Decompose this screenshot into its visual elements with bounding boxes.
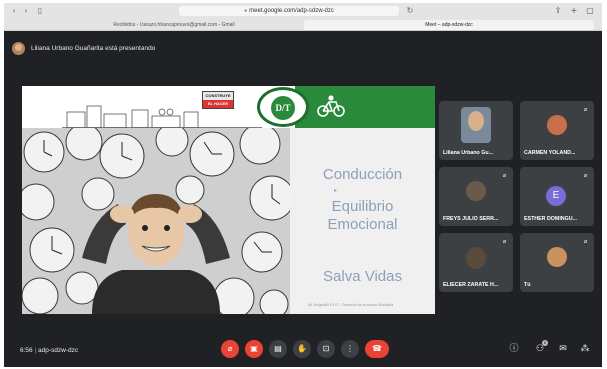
screenshot-frame: ‹ › ▯ ● meet.google.com/adp-sdzw-dzc ↻ ⇪ … bbox=[0, 0, 607, 369]
clocks-photo-icon bbox=[22, 128, 290, 314]
hangup-button[interactable]: ☎ bbox=[365, 340, 389, 358]
dt-logo: D/T bbox=[257, 87, 309, 127]
avatar bbox=[466, 247, 486, 269]
slide-line-emocional: Emocional bbox=[327, 216, 398, 233]
participant-tile[interactable]: ⌀ CARMEN YOLAND... bbox=[520, 101, 594, 160]
presenter-text: Liliana Urbano Guañarita está presentand… bbox=[31, 44, 156, 52]
avatar bbox=[547, 115, 567, 135]
avatar bbox=[547, 247, 567, 267]
meeting-code: adp-sdzw-dzc bbox=[37, 347, 79, 354]
participant-tile[interactable]: Liliana Urbano Gu... bbox=[439, 101, 513, 160]
mic-off-icon: ⌀ bbox=[583, 106, 588, 113]
lock-icon: ● bbox=[244, 8, 248, 14]
sign-line-2: EL HACER bbox=[203, 100, 233, 108]
avatar bbox=[12, 41, 25, 55]
participant-count-badge: 6 bbox=[542, 340, 548, 346]
address-bar[interactable]: ● meet.google.com/adp-sdzw-dzc bbox=[179, 6, 399, 16]
slide-header: CONSTRUYE EL HACER D/T bbox=[22, 86, 435, 128]
face-icon bbox=[468, 111, 484, 131]
mic-off-icon: ⌀ bbox=[583, 238, 588, 245]
tab-label: Meet – adp-sdzw-dzc bbox=[425, 22, 473, 28]
presenter-banner: Liliana Urbano Guañarita está presentand… bbox=[12, 41, 155, 55]
activities-icon[interactable]: ⁂ bbox=[579, 343, 591, 355]
chat-icon[interactable]: ✉ bbox=[557, 343, 569, 355]
tab-strip: Recibidos - l.tarazo.hbancaprouvo@gmail.… bbox=[4, 19, 602, 31]
logo-text: D/T bbox=[271, 96, 295, 120]
info-icon[interactable]: ⓘ bbox=[508, 343, 520, 355]
present-screen-icon[interactable]: ⊡ bbox=[317, 340, 335, 358]
back-icon[interactable]: ‹ bbox=[8, 6, 20, 16]
tab-gmail[interactable]: Recibidos - l.tarazo.hbancaprouvo@gmail.… bbox=[44, 20, 304, 30]
tab-meet[interactable]: Meet – adp-sdzw-dzc bbox=[304, 20, 594, 30]
meeting-time: 6:56 bbox=[20, 347, 33, 354]
slide-green-band bbox=[295, 86, 435, 128]
participant-name: ELIECER ZARATE H... bbox=[443, 282, 499, 288]
presentation-slide: CONSTRUYE EL HACER D/T Conducción ▸ Equi… bbox=[22, 86, 435, 314]
captions-icon[interactable]: ▤ bbox=[269, 340, 287, 358]
browser-chrome: ‹ › ▯ ● meet.google.com/adp-sdzw-dzc ↻ ⇪ … bbox=[4, 3, 602, 31]
tabs-icon[interactable]: ▢ bbox=[584, 6, 596, 16]
participant-name: Liliana Urbano Gu... bbox=[443, 150, 494, 156]
letter-avatar: E bbox=[546, 186, 566, 206]
bicycle-icon bbox=[317, 95, 345, 117]
participant-tile[interactable]: ⌀ ELIECER ZARATE H... bbox=[439, 233, 513, 292]
meet-window: Liliana Urbano Guañarita está presentand… bbox=[4, 31, 602, 367]
slide-footnote: ML Delgadillo EXXT - Dirección de la cul… bbox=[308, 303, 394, 307]
slide-line-equilibrio: Equilibrio bbox=[331, 198, 394, 215]
slide-line-conduccion: Conducción bbox=[322, 166, 403, 183]
participant-name: CARMEN YOLAND... bbox=[524, 150, 576, 156]
avatar bbox=[466, 181, 486, 201]
sign-line-1: CONSTRUYE bbox=[205, 93, 231, 98]
camera-off-icon[interactable]: ▣ bbox=[245, 340, 263, 358]
participant-tile[interactable]: ⌀ E ESTHER DOMINGU... bbox=[520, 167, 594, 226]
browser-toolbar: ‹ › ▯ ● meet.google.com/adp-sdzw-dzc ↻ ⇪ … bbox=[4, 3, 602, 19]
participant-name: FREYS JULIO SERR... bbox=[443, 216, 499, 222]
meeting-controls-bar: 6:56 | adp-sdzw-dzc ⌀ ▣ ▤ ✋ ⊡ ⋮ ☎ ⓘ ⚇ 6 … bbox=[4, 337, 602, 367]
participant-name: Tú bbox=[524, 282, 531, 288]
mic-off-icon: ⌀ bbox=[583, 172, 588, 179]
forward-icon[interactable]: › bbox=[20, 6, 32, 16]
mic-off-icon: ⌀ bbox=[502, 238, 507, 245]
slide-text-area: Conducción ▸ Equilibrio Emocional Salva … bbox=[290, 128, 435, 314]
mic-off-icon: ⌀ bbox=[502, 172, 507, 179]
slide-line-salva-vidas: Salva Vidas bbox=[323, 268, 402, 285]
raise-hand-icon[interactable]: ✋ bbox=[293, 340, 311, 358]
meeting-info: 6:56 | adp-sdzw-dzc bbox=[20, 347, 78, 354]
reload-icon[interactable]: ↻ bbox=[404, 6, 416, 16]
sidebar-icon[interactable]: ▯ bbox=[34, 6, 46, 16]
share-icon[interactable]: ⇪ bbox=[552, 6, 564, 16]
mic-off-icon[interactable]: ⌀ bbox=[221, 340, 239, 358]
url-text: meet.google.com/adp-sdzw-dzc bbox=[249, 8, 334, 14]
participant-name: ESTHER DOMINGU... bbox=[524, 216, 577, 222]
slide-photo bbox=[22, 128, 290, 314]
tab-label: Recibidos - l.tarazo.hbancaprouvo@gmail.… bbox=[113, 22, 235, 28]
participant-tile[interactable]: ⌀ Tú bbox=[520, 233, 594, 292]
more-options-icon[interactable]: ⋮ bbox=[341, 340, 359, 358]
new-tab-icon[interactable]: + bbox=[568, 6, 580, 16]
cursor-icon: ▸ bbox=[334, 188, 338, 194]
construye-sign: CONSTRUYE EL HACER bbox=[202, 91, 234, 109]
participant-tile[interactable]: ⌀ FREYS JULIO SERR... bbox=[439, 167, 513, 226]
